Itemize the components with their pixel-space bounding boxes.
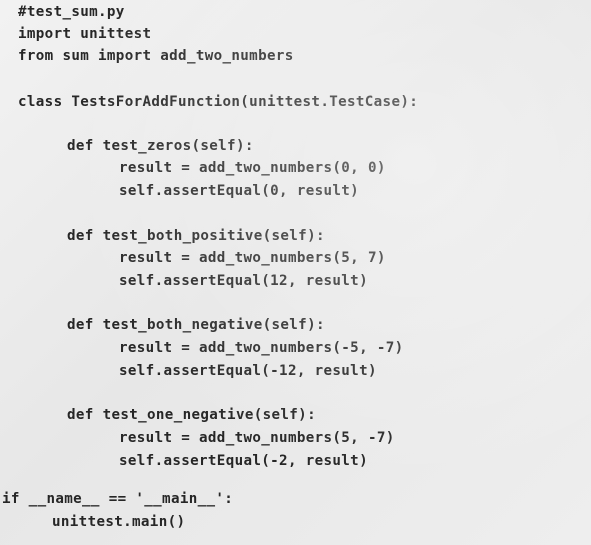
code-line-assert-zeros: self.assertEqual(0, result) (119, 183, 360, 199)
code-line-result-one-negative: result = add_two_numbers(5, -7) (119, 430, 395, 446)
code-line-import-unittest: import unittest (18, 26, 152, 42)
code-line-unittest-main: unittest.main() (52, 514, 186, 530)
code-editor: #test_sum.py import unittest from sum im… (0, 0, 591, 545)
code-screenshot: #test_sum.py import unittest from sum im… (0, 0, 591, 545)
code-line-assert-one-negative: self.assertEqual(-2, result) (119, 453, 368, 469)
code-line-from-sum-import: from sum import add_two_numbers (18, 48, 294, 64)
code-line-result-both-negative: result = add_two_numbers(-5, -7) (119, 340, 404, 356)
code-line-assert-both-negative: self.assertEqual(-12, result) (119, 363, 377, 379)
code-line-assert-both-positive: self.assertEqual(12, result) (119, 273, 368, 289)
code-line-def-test-one-negative: def test_one_negative(self): (67, 407, 316, 423)
code-line-result-zeros: result = add_two_numbers(0, 0) (119, 160, 386, 176)
code-line-def-test-zeros: def test_zeros(self): (67, 138, 254, 154)
code-line-if-main: if __name__ == '__main__': (2, 491, 234, 507)
code-line-def-test-both-negative: def test_both_negative(self): (67, 317, 325, 333)
code-line-result-both-positive: result = add_two_numbers(5, 7) (119, 250, 386, 266)
code-line-filename-comment: #test_sum.py (18, 4, 125, 20)
code-line-def-test-both-positive: def test_both_positive(self): (67, 228, 325, 244)
code-line-class-definition: class TestsForAddFunction(unittest.TestC… (18, 94, 419, 110)
